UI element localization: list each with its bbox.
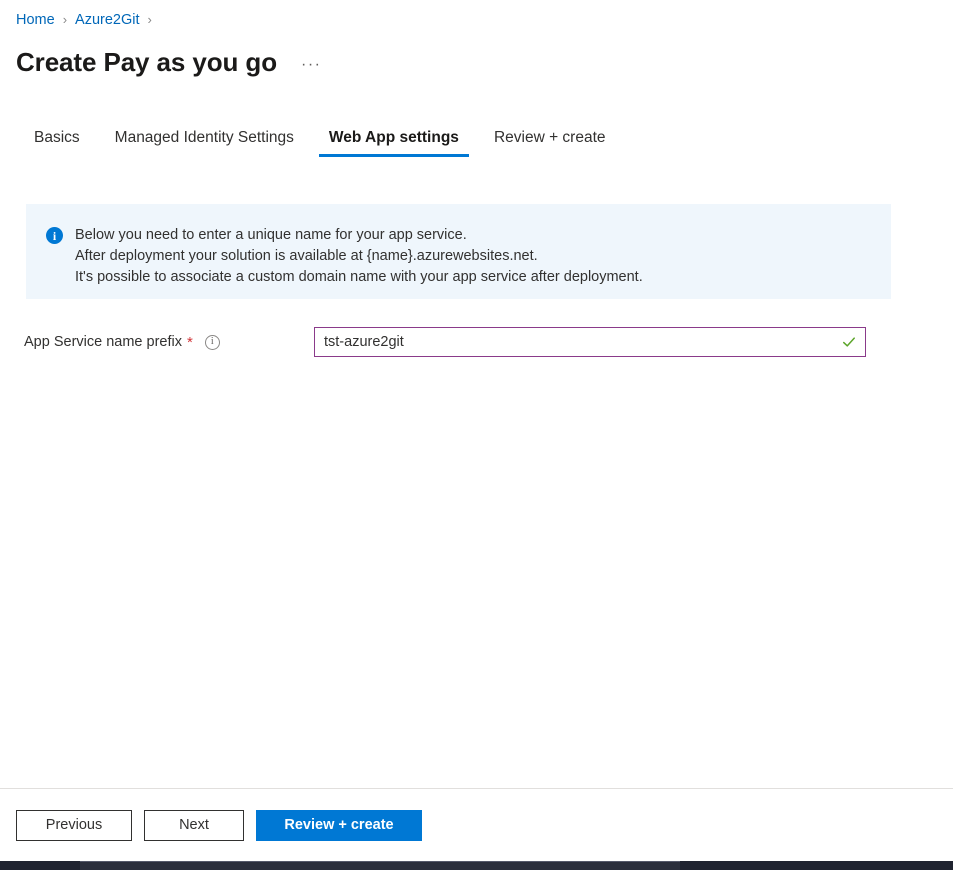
wizard-tablist: Basics Managed Identity Settings Web App… — [0, 121, 953, 157]
page-title: Create Pay as you go — [16, 47, 277, 78]
review-create-button[interactable]: Review + create — [256, 810, 422, 841]
chrome-segment-right — [680, 861, 953, 870]
tab-label: Web App settings — [329, 129, 459, 146]
previous-button[interactable]: Previous — [16, 810, 132, 841]
info-banner-line: It's possible to associate a custom doma… — [75, 267, 643, 288]
info-banner-line: After deployment your solution is availa… — [75, 246, 643, 267]
breadcrumb-item-azure2git[interactable]: Azure2Git — [75, 11, 139, 29]
next-button[interactable]: Next — [144, 810, 244, 841]
page-header: Create Pay as you go ··· — [0, 29, 953, 79]
required-asterisk: * — [187, 335, 193, 350]
info-banner-line: Below you need to enter a unique name fo… — [75, 225, 643, 246]
window-chrome-strip — [0, 861, 953, 870]
info-banner: i Below you need to enter a unique name … — [26, 204, 891, 299]
info-banner-text: Below you need to enter a unique name fo… — [75, 225, 643, 288]
tab-label: Managed Identity Settings — [115, 129, 294, 146]
tab-managed-identity-settings[interactable]: Managed Identity Settings — [105, 129, 304, 157]
app-service-name-prefix-label: App Service name prefix * i — [24, 334, 324, 350]
info-icon: i — [46, 227, 63, 244]
breadcrumb-chevron-icon: › — [63, 11, 67, 29]
breadcrumb: Home › Azure2Git › — [0, 0, 953, 29]
wizard-footer: Previous Next Review + create — [0, 789, 953, 861]
info-circle-icon[interactable]: i — [205, 335, 220, 350]
app-service-name-prefix-input[interactable] — [314, 327, 866, 357]
form-row-app-service-name-prefix: App Service name prefix * i — [24, 327, 904, 357]
tab-web-app-settings[interactable]: Web App settings — [319, 129, 469, 157]
more-options-icon[interactable]: ··· — [301, 60, 321, 70]
chrome-segment-middle — [80, 861, 680, 870]
breadcrumb-item-home[interactable]: Home — [16, 11, 55, 29]
app-service-name-prefix-input-wrapper — [314, 327, 866, 357]
field-label-text: App Service name prefix — [24, 334, 182, 350]
tab-label: Review + create — [494, 129, 606, 146]
chrome-segment-left — [0, 861, 80, 870]
breadcrumb-chevron-icon: › — [148, 11, 152, 29]
tab-basics[interactable]: Basics — [24, 129, 90, 157]
tab-label: Basics — [34, 129, 80, 146]
tab-review-create[interactable]: Review + create — [484, 129, 616, 157]
